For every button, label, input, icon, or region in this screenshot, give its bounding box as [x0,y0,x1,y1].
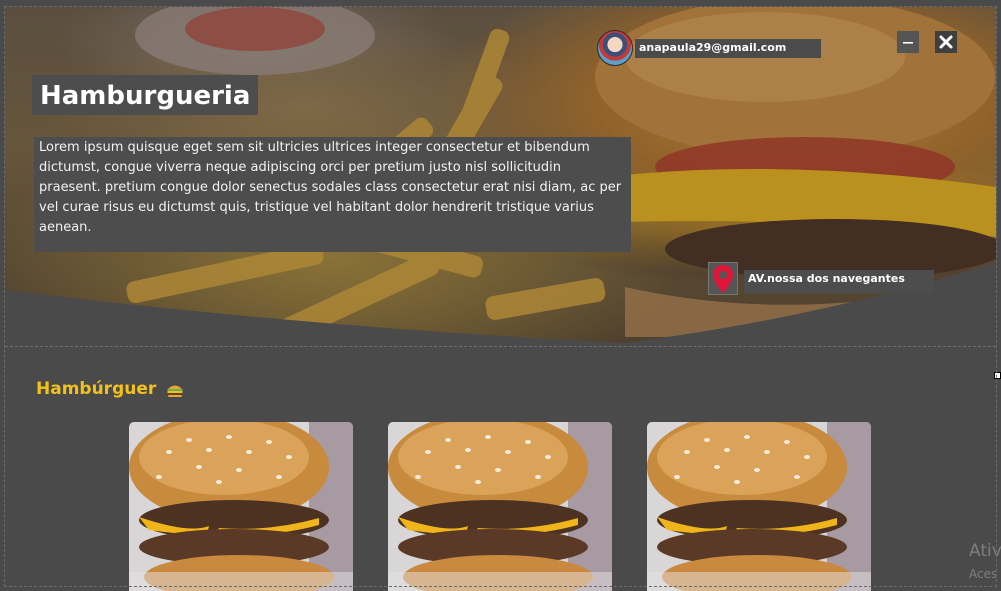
burger-photo [647,422,871,591]
minimize-icon [903,42,913,44]
hamburger-emoji-icon [167,385,183,397]
app-window: anapaula29@gmail.com Hamburgueria Lorem … [0,0,1001,591]
hero-divider [5,346,996,347]
location-pin-icon [713,264,733,293]
product-card[interactable] [647,422,871,591]
section-title: Hambúrguer [36,379,157,399]
activation-watermark-sub: Aces [969,567,998,581]
activation-watermark: Ativ [969,541,1001,561]
resize-handle[interactable] [994,372,1001,379]
product-card[interactable] [388,422,612,591]
user-avatar[interactable] [597,30,633,66]
address-label: AV.nossa dos navegantes [744,270,934,293]
page-title: Hamburgueria [32,75,259,115]
user-email: anapaula29@gmail.com [635,39,821,58]
burger-photo [129,422,353,591]
close-icon [939,35,953,49]
product-card[interactable] [129,422,353,591]
close-button[interactable] [935,31,957,53]
location-pin-button[interactable] [708,262,738,295]
hero-banner: anapaula29@gmail.com Hamburgueria Lorem … [5,7,996,347]
burger-photo [388,422,612,591]
hero-description: Lorem ipsum quisque eget sem sit ultrici… [34,137,631,252]
minimize-button[interactable] [897,31,919,53]
